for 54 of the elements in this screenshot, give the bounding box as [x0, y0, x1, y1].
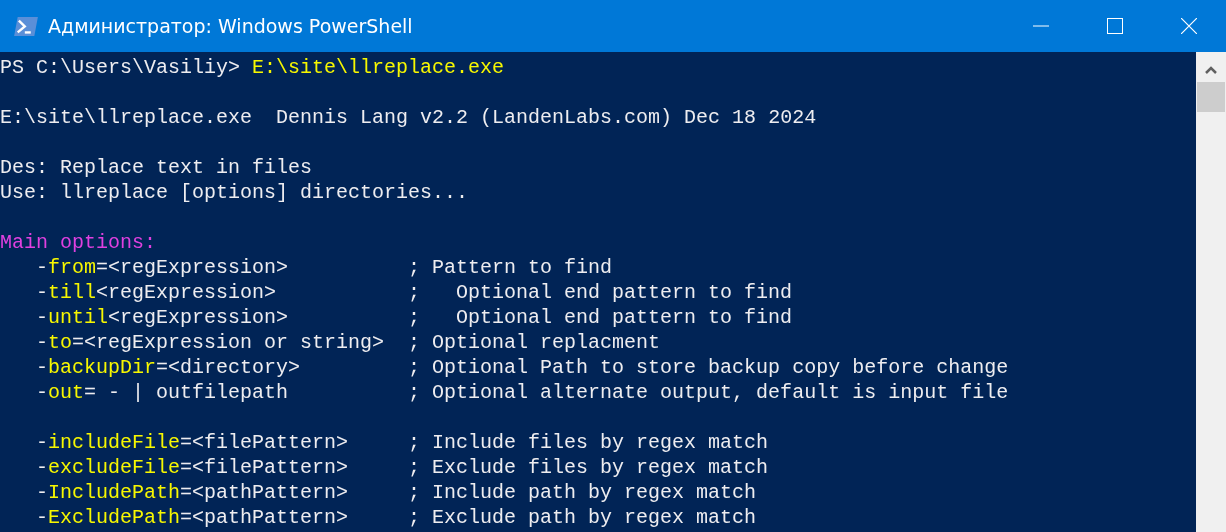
console-text: -	[36, 481, 48, 504]
maximize-icon	[1107, 18, 1123, 34]
console-text: =<directory>	[156, 356, 301, 379]
option-description: ; Pattern to find	[408, 255, 613, 280]
console-text: <regExpression>	[108, 306, 289, 329]
console-text: -	[36, 306, 48, 329]
option-name: includeFile	[48, 431, 181, 454]
minimize-icon	[1033, 25, 1049, 27]
console-text: -	[36, 431, 48, 454]
console-text: -	[36, 256, 48, 279]
option-description: ; Exclude files by regex match	[408, 455, 769, 480]
option-name: IncludePath	[48, 481, 181, 504]
console-text: -	[36, 356, 48, 379]
console-text: =<regExpression or string>	[72, 331, 385, 354]
option-description: ; Optional alternate output, default is input file	[408, 380, 1009, 405]
console-text: =<filePattern>	[180, 456, 349, 479]
console-text: = - | outfilepath	[84, 381, 289, 404]
console-text: =<regExpression>	[96, 256, 289, 279]
option-name: excludeFile	[48, 456, 181, 479]
scrollbar[interactable]	[1196, 52, 1226, 532]
option-description: ; Include files by regex match	[408, 430, 769, 455]
option-name: till	[48, 281, 97, 304]
option-description: ; Optional end pattern to find	[408, 280, 793, 305]
console-text: -	[36, 331, 48, 354]
option-name: to	[48, 331, 73, 354]
command-text: E:\site\llreplace.exe	[252, 56, 505, 79]
console-text: =<pathPattern>	[180, 506, 349, 529]
console-text: =<pathPattern>	[180, 481, 349, 504]
console-text: Use: llreplace [options] directories...	[0, 181, 469, 204]
console-text: -	[36, 281, 48, 304]
option-description: ; Exclude path by regex match	[408, 505, 757, 530]
option-name: out	[48, 381, 85, 404]
console-text: Des: Replace text in files	[0, 156, 313, 179]
console-text: =<filePattern>	[180, 431, 349, 454]
console-text: -	[36, 456, 48, 479]
section-heading: Main options:	[0, 231, 157, 254]
console-text: -	[36, 381, 48, 404]
option-name: until	[48, 306, 109, 329]
option-name: from	[48, 256, 97, 279]
console-text: PS C:\Users\Vasiliy>	[0, 56, 241, 79]
option-name: ExcludePath	[48, 506, 181, 529]
console-text: -	[36, 506, 48, 529]
option-description: ; Optional replacment	[408, 330, 661, 355]
window-title: Администратор: Windows PowerShell	[48, 15, 413, 37]
close-icon	[1181, 18, 1197, 34]
option-description: ; Include path by regex match	[408, 480, 757, 505]
option-name: backupDir	[48, 356, 157, 379]
option-description: ; Optional end pattern to find	[408, 305, 793, 330]
console-text: E:\site\llreplace.exe Dennis Lang v2.2 (LandenLabs.com) Dec 18 2024	[0, 106, 817, 129]
scroll-up-icon[interactable]	[1205, 66, 1217, 74]
powershell-icon	[14, 16, 38, 36]
scrollbar-thumb[interactable]	[1197, 82, 1225, 112]
option-description: ; Optional Path to store backup copy before change	[408, 355, 1009, 380]
console-text: <regExpression>	[96, 281, 277, 304]
